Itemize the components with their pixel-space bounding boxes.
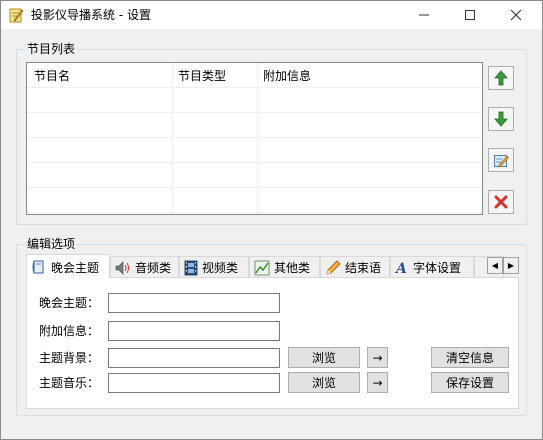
options-tab-strip: 晚会主题 音频类 视频类 其他类 结束语 A 字体设置 xyxy=(26,254,519,278)
maximize-button[interactable] xyxy=(447,1,493,29)
green-up-arrow-icon xyxy=(494,70,508,86)
music-label: 主题音乐： xyxy=(39,376,100,390)
book-icon xyxy=(32,260,44,274)
minimize-button[interactable] xyxy=(401,1,447,29)
column-header-extra[interactable]: 附加信息 xyxy=(263,69,311,83)
list-row[interactable] xyxy=(27,113,482,138)
apply-background-button[interactable]: → xyxy=(367,347,388,368)
list-row[interactable] xyxy=(27,88,482,113)
font-icon: A xyxy=(395,261,407,276)
program-list-view[interactable]: 节目名 节目类型 附加信息 xyxy=(26,62,483,215)
list-row[interactable] xyxy=(27,138,482,163)
settings-window: 投影仪导播系统 - 设置 节目列表 节目名 节目类型 附加信息 编辑选项 晚会主… xyxy=(0,0,543,440)
extra-info-input[interactable] xyxy=(108,321,280,341)
move-down-button[interactable] xyxy=(488,107,514,131)
close-icon xyxy=(510,9,522,21)
save-settings-button[interactable]: 保存设置 xyxy=(431,372,509,393)
tab-closing-remarks[interactable]: 结束语 xyxy=(320,256,390,278)
green-down-arrow-icon xyxy=(494,111,508,127)
tab-label: 晚会主题 xyxy=(51,260,100,275)
theme-input[interactable] xyxy=(108,293,280,313)
maximize-icon xyxy=(465,10,475,20)
red-x-icon xyxy=(494,195,508,209)
window-title: 投影仪导播系统 - 设置 xyxy=(31,8,151,22)
theme-label: 晚会主题： xyxy=(39,296,100,310)
background-label: 主题背景： xyxy=(39,351,100,365)
column-header-type[interactable]: 节目类型 xyxy=(178,69,226,83)
minimize-icon xyxy=(419,14,429,16)
edit-button[interactable] xyxy=(488,148,514,172)
tab-other[interactable]: 其他类 xyxy=(249,256,320,278)
title-bar[interactable]: 投影仪导播系统 - 设置 xyxy=(1,1,542,29)
tab-label: 其他类 xyxy=(274,261,311,275)
move-up-button[interactable] xyxy=(488,66,514,90)
extra-info-label: 附加信息： xyxy=(39,324,100,338)
tab-evening-theme[interactable]: 晚会主题 xyxy=(26,254,110,278)
list-header-row xyxy=(27,63,482,88)
tab-label: 字体设置 xyxy=(413,261,462,275)
tab-label: 视频类 xyxy=(202,261,239,275)
list-row[interactable] xyxy=(27,188,482,213)
tab-label: 结束语 xyxy=(345,261,382,275)
clear-info-button[interactable]: 清空信息 xyxy=(431,347,509,368)
svg-text:A: A xyxy=(395,261,407,276)
film-icon xyxy=(184,260,198,275)
edit-pencil-icon xyxy=(494,155,509,168)
tab-scroll-right-button[interactable]: ▶ xyxy=(503,257,519,274)
tab-video[interactable]: 视频类 xyxy=(179,256,249,278)
music-input[interactable] xyxy=(108,373,280,393)
tab-font-settings[interactable]: A 字体设置 xyxy=(390,256,474,278)
background-input[interactable] xyxy=(108,348,280,368)
program-list-group-label: 节目列表 xyxy=(25,42,78,56)
notepad-pencil-icon xyxy=(8,7,24,23)
tab-label: 音频类 xyxy=(135,261,172,275)
column-header-name[interactable]: 节目名 xyxy=(34,69,70,83)
apply-music-button[interactable]: → xyxy=(367,372,388,393)
tab-scroll-left-button[interactable]: ◀ xyxy=(487,257,503,274)
edit-options-group-label: 编辑选项 xyxy=(25,237,78,251)
pencil-icon xyxy=(326,259,341,275)
evening-theme-panel: 晚会主题： 附加信息： 主题背景： 浏览 → 清空信息 主题音乐： 浏览 → 保… xyxy=(26,277,519,409)
browse-music-button[interactable]: 浏览 xyxy=(288,372,360,393)
browse-background-button[interactable]: 浏览 xyxy=(288,347,360,368)
speaker-icon xyxy=(115,260,129,275)
tab-audio[interactable]: 音频类 xyxy=(110,256,179,278)
delete-button[interactable] xyxy=(488,190,514,214)
list-row[interactable] xyxy=(27,163,482,188)
close-button[interactable] xyxy=(493,1,539,29)
chart-icon xyxy=(254,260,270,275)
